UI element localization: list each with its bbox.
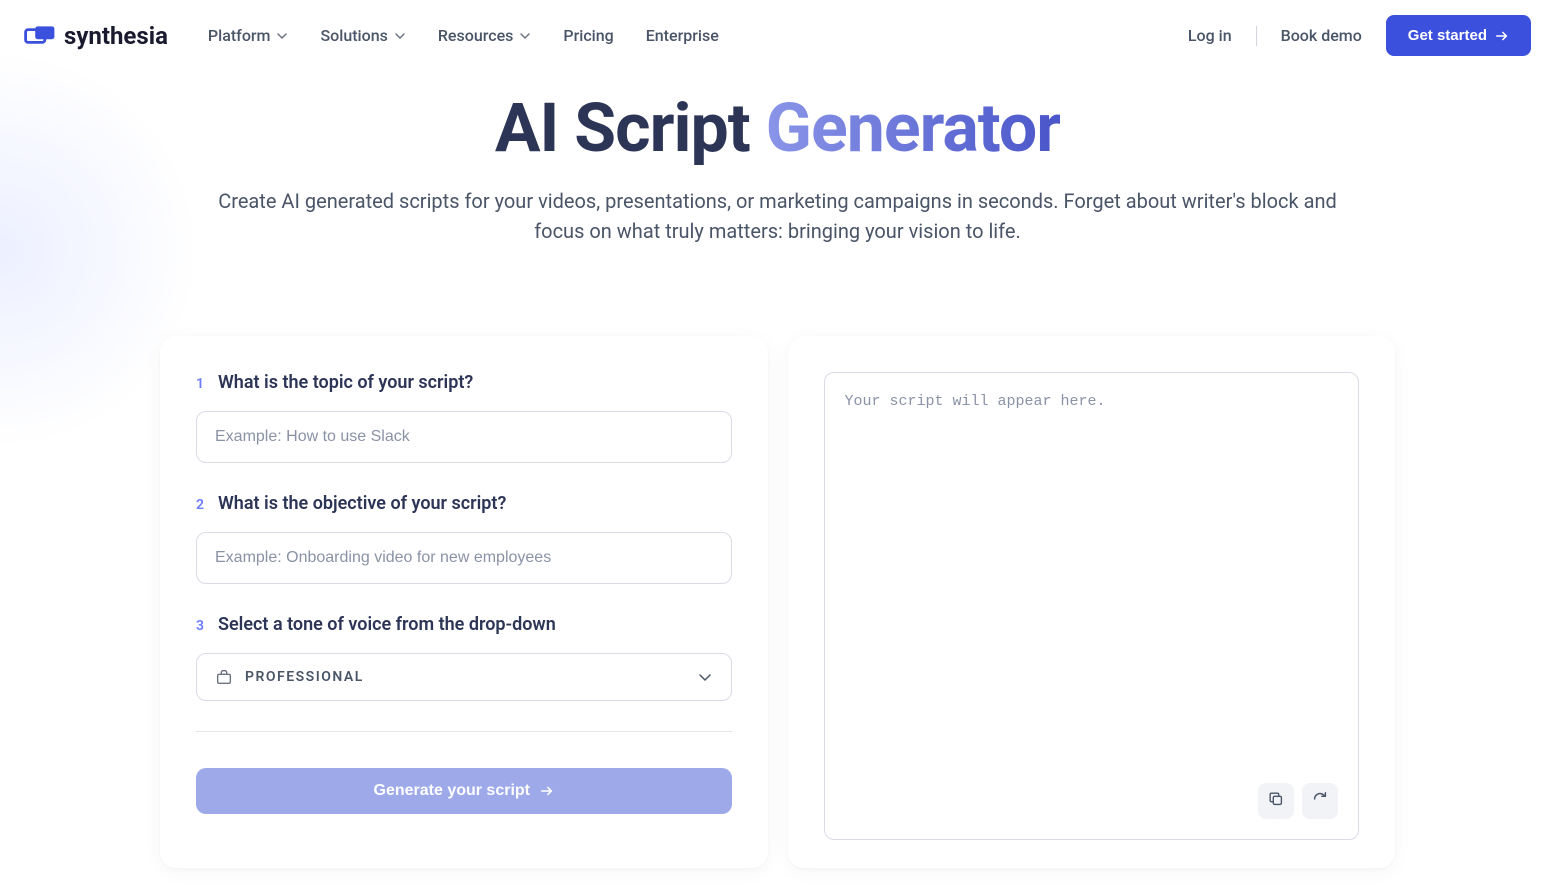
hero-section: AI Script Generator Create AI generated …: [0, 71, 1555, 286]
copy-icon: [1267, 790, 1285, 811]
form-label: 2 What is the objective of your script?: [196, 493, 732, 514]
hero-title: AI Script Generator: [80, 91, 1475, 166]
nav-label: Solutions: [320, 26, 387, 45]
arrow-right-icon: [540, 784, 554, 798]
nav-menu: Platform Solutions Resources Pricing Ent…: [208, 26, 719, 45]
hero-title-part2: Generator: [766, 88, 1061, 168]
form-group-tone: 3 Select a tone of voice from the drop-d…: [196, 614, 732, 701]
main-container: 1 What is the topic of your script? 2 Wh…: [0, 336, 1555, 868]
nav-label: Platform: [208, 26, 271, 45]
output-placeholder-text: Your script will appear here.: [845, 393, 1339, 783]
form-label: 3 Select a tone of voice from the drop-d…: [196, 614, 732, 635]
redo-icon: [1311, 790, 1329, 811]
step-number: 2: [196, 497, 204, 513]
logo-text: synthesia: [64, 22, 168, 50]
divider: [1256, 26, 1257, 46]
get-started-label: Get started: [1408, 27, 1487, 44]
select-value: PROFESSIONAL: [245, 669, 685, 685]
book-demo-link[interactable]: Book demo: [1281, 26, 1362, 45]
nav-label: Resources: [438, 26, 514, 45]
chevron-down-icon: [394, 30, 406, 42]
copy-button[interactable]: [1258, 783, 1294, 819]
tone-select[interactable]: PROFESSIONAL: [196, 653, 732, 701]
step-number: 3: [196, 618, 204, 634]
chevron-down-icon: [519, 30, 531, 42]
step-number: 1: [196, 376, 204, 392]
redo-button[interactable]: [1302, 783, 1338, 819]
nav-platform[interactable]: Platform: [208, 26, 289, 45]
arrow-right-icon: [1495, 29, 1509, 43]
header-nav: synthesia Platform Solutions Resources P…: [0, 0, 1555, 71]
nav-solutions[interactable]: Solutions: [320, 26, 405, 45]
generate-button[interactable]: Generate your script: [196, 768, 732, 814]
form-group-objective: 2 What is the objective of your script?: [196, 493, 732, 584]
output-card: Your script will appear here.: [788, 336, 1396, 868]
logo-icon: [24, 24, 56, 48]
chevron-down-icon: [276, 30, 288, 42]
output-actions: [845, 783, 1339, 819]
briefcase-icon: [215, 668, 233, 686]
label-text: What is the topic of your script?: [218, 372, 473, 393]
nav-label: Pricing: [563, 26, 613, 45]
logo[interactable]: synthesia: [24, 22, 168, 50]
separator: [196, 731, 732, 732]
get-started-button[interactable]: Get started: [1386, 15, 1531, 56]
nav-enterprise[interactable]: Enterprise: [646, 26, 719, 45]
hero-subtitle: Create AI generated scripts for your vid…: [203, 186, 1353, 246]
nav-label: Enterprise: [646, 26, 719, 45]
hero-title-part1: AI Script: [495, 88, 766, 168]
nav-resources[interactable]: Resources: [438, 26, 532, 45]
form-label: 1 What is the topic of your script?: [196, 372, 732, 393]
objective-input[interactable]: [196, 532, 732, 584]
header-right: Log in Book demo Get started: [1188, 15, 1531, 56]
form-group-topic: 1 What is the topic of your script?: [196, 372, 732, 463]
generate-label: Generate your script: [374, 782, 531, 800]
login-link[interactable]: Log in: [1188, 26, 1232, 45]
topic-input[interactable]: [196, 411, 732, 463]
chevron-down-icon: [697, 669, 713, 685]
form-card: 1 What is the topic of your script? 2 Wh…: [160, 336, 768, 868]
label-text: Select a tone of voice from the drop-dow…: [218, 614, 556, 635]
output-area: Your script will appear here.: [824, 372, 1360, 840]
nav-pricing[interactable]: Pricing: [563, 26, 613, 45]
label-text: What is the objective of your script?: [218, 493, 506, 514]
